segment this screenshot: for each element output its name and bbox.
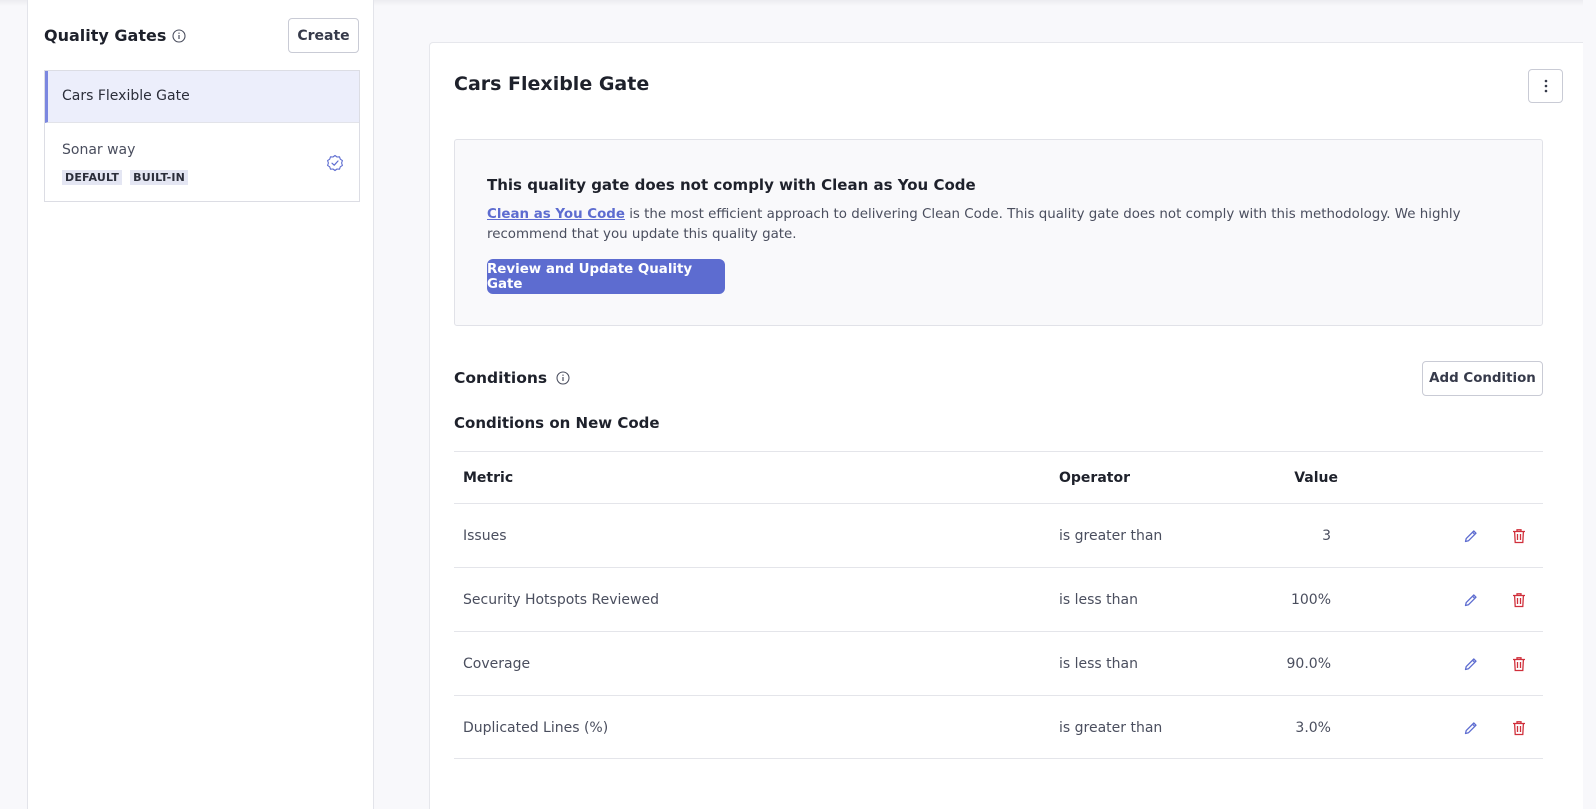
conditions-title-text: Conditions bbox=[454, 369, 548, 387]
conditions-title: Conditions bbox=[454, 369, 570, 387]
value-cell: 3 bbox=[1322, 528, 1331, 544]
pencil-icon bbox=[1464, 722, 1477, 735]
gate-tags: DEFAULT BUILT-IN bbox=[62, 170, 189, 185]
delete-button[interactable] bbox=[1509, 654, 1529, 674]
table-row: Issues is greater than 3 bbox=[454, 503, 1543, 567]
info-icon[interactable] bbox=[172, 28, 186, 43]
pencil-icon bbox=[1464, 594, 1477, 607]
gate-item-cars-flexible-gate[interactable]: Cars Flexible Gate bbox=[45, 71, 359, 123]
gate-name: Sonar way bbox=[62, 142, 136, 158]
delete-button[interactable] bbox=[1509, 718, 1529, 738]
default-tag: DEFAULT bbox=[62, 170, 123, 185]
gate-detail-card: Cars Flexible Gate This quality gate doe… bbox=[429, 42, 1588, 809]
pencil-icon bbox=[1464, 530, 1477, 543]
metric-cell: Duplicated Lines (%) bbox=[463, 720, 609, 736]
table-header: Metric Operator Value bbox=[454, 451, 1543, 503]
value-cell: 3.0% bbox=[1295, 720, 1331, 736]
metric-cell: Issues bbox=[463, 528, 507, 544]
sidebar-title: Quality Gates bbox=[44, 26, 186, 45]
banner-title: This quality gate does not comply with C… bbox=[487, 176, 976, 194]
trash-icon bbox=[1513, 721, 1525, 736]
trash-icon bbox=[1513, 657, 1525, 672]
table-row: Duplicated Lines (%) is greater than 3.0… bbox=[454, 695, 1543, 759]
edit-button[interactable] bbox=[1461, 654, 1481, 674]
metric-cell: Security Hotspots Reviewed bbox=[463, 592, 659, 608]
more-actions-button[interactable] bbox=[1528, 69, 1563, 103]
gate-list: Cars Flexible Gate Sonar way DEFAULT BUI… bbox=[44, 70, 360, 202]
quality-gates-sidebar: Quality Gates Create Cars Flexible Gate … bbox=[27, 0, 374, 809]
gate-title: Cars Flexible Gate bbox=[454, 73, 650, 95]
edit-button[interactable] bbox=[1461, 718, 1481, 738]
value-cell: 100% bbox=[1290, 592, 1331, 608]
page-scrollbar[interactable] bbox=[1583, 0, 1596, 809]
conditions-table: Metric Operator Value Issues is greater … bbox=[454, 451, 1543, 759]
conditions-subtitle: Conditions on New Code bbox=[454, 414, 660, 432]
table-row: Security Hotspots Reviewed is less than … bbox=[454, 567, 1543, 631]
check-badge-icon bbox=[327, 154, 343, 172]
gate-item-sonar-way[interactable]: Sonar way DEFAULT BUILT-IN bbox=[45, 123, 359, 202]
operator-header: Operator bbox=[1059, 470, 1130, 486]
add-condition-button[interactable]: Add Condition bbox=[1422, 361, 1543, 396]
value-header: Value bbox=[1294, 470, 1338, 486]
create-button[interactable]: Create bbox=[288, 18, 359, 53]
review-update-button[interactable]: Review and Update Quality Gate bbox=[487, 259, 725, 294]
operator-cell: is less than bbox=[1059, 592, 1138, 608]
operator-cell: is greater than bbox=[1059, 720, 1163, 736]
operator-cell: is less than bbox=[1059, 656, 1138, 672]
gate-name: Cars Flexible Gate bbox=[62, 88, 190, 104]
operator-cell: is greater than bbox=[1059, 528, 1163, 544]
pencil-icon bbox=[1464, 658, 1477, 671]
delete-button[interactable] bbox=[1509, 590, 1529, 610]
built-in-tag: BUILT-IN bbox=[130, 170, 189, 185]
trash-icon bbox=[1513, 593, 1525, 608]
banner-body: is the most efficient approach to delive… bbox=[487, 207, 1461, 242]
table-row: Coverage is less than 90.0% bbox=[454, 631, 1543, 695]
delete-button[interactable] bbox=[1509, 526, 1529, 546]
trash-icon bbox=[1513, 529, 1525, 544]
info-icon[interactable] bbox=[556, 371, 570, 385]
compliance-banner: This quality gate does not comply with C… bbox=[454, 139, 1543, 326]
value-cell: 90.0% bbox=[1286, 656, 1331, 672]
clean-as-you-code-link[interactable]: Clean as You Code bbox=[487, 207, 625, 222]
metric-cell: Coverage bbox=[463, 656, 531, 672]
sidebar-title-text: Quality Gates bbox=[44, 26, 167, 45]
edit-button[interactable] bbox=[1461, 526, 1481, 546]
edit-button[interactable] bbox=[1461, 590, 1481, 610]
banner-text: Clean as You Code is the most efficient … bbox=[487, 205, 1517, 245]
metric-header: Metric bbox=[463, 470, 514, 486]
more-vertical-icon bbox=[1544, 79, 1547, 93]
